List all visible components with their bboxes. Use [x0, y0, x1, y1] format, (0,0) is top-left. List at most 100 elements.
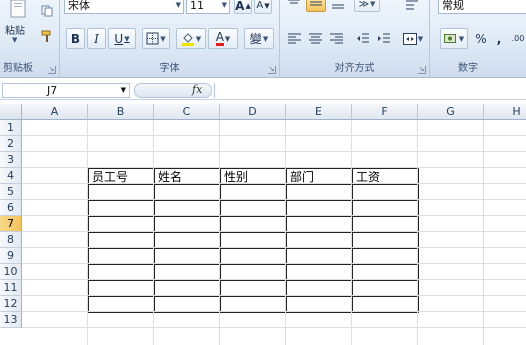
name-box-value: J7 [47, 84, 58, 97]
number-format-combo[interactable]: 常规 [438, 0, 526, 14]
column-header-a[interactable]: A [22, 104, 88, 120]
row-header-8[interactable]: 8 [0, 232, 22, 248]
increase-decimal-icon[interactable]: .00 [510, 28, 526, 49]
font-size-combo[interactable]: 11 ▼ [186, 0, 230, 14]
top-align-icon[interactable] [284, 0, 304, 12]
column-header-h[interactable]: H [484, 104, 526, 120]
percent-style-button[interactable]: % [472, 28, 490, 49]
accounting-format-button[interactable]: ▼ [440, 28, 468, 49]
chevron-down-icon[interactable]: ▼ [418, 35, 423, 43]
row-header-4[interactable]: 4 [0, 168, 22, 184]
font-group: 宋体 ▼ 11 ▼ A ▲ A ▼ B I U ▼ ▼ ▼ A ▼ 變 ▼ 字体… [60, 0, 280, 78]
italic-glyph: I [94, 31, 99, 46]
borders-button[interactable]: ▼ [142, 28, 170, 49]
chevron-down-icon[interactable]: ▼ [222, 0, 227, 13]
gridline [22, 151, 526, 152]
align-center-icon[interactable] [305, 28, 325, 49]
shrink-font-button[interactable]: A ▼ [254, 0, 272, 14]
insert-function-icon[interactable]: fx [192, 83, 202, 96]
bold-button[interactable]: B [66, 28, 85, 49]
font-name-combo[interactable]: 宋体 ▼ [64, 0, 184, 14]
gridline [22, 279, 526, 280]
font-color-button[interactable]: A ▼ [208, 28, 238, 49]
merge-center-button[interactable]: ▼ [400, 28, 426, 49]
chevron-down-icon[interactable]: ▼ [263, 35, 268, 43]
column-header-f[interactable]: F [352, 104, 418, 120]
row-header-1[interactable]: 1 [0, 120, 22, 136]
gridline [22, 167, 526, 168]
copy-icon[interactable] [38, 3, 56, 19]
column-header-e[interactable]: E [286, 104, 352, 120]
italic-button[interactable]: I [87, 28, 106, 49]
decrease-indent-icon[interactable] [352, 28, 372, 49]
formula-input[interactable] [214, 83, 524, 98]
alignment-dialog-launcher-icon[interactable]: ↘ [418, 66, 426, 74]
column-header-c[interactable]: C [154, 104, 220, 120]
column-header-b[interactable]: B [88, 104, 154, 120]
alignment-group: ≫ ▼ ▼ 对齐方式 ↘ [280, 0, 430, 78]
font-group-label: 字体 [159, 63, 180, 74]
underline-button[interactable]: U ▼ [108, 28, 136, 49]
percent-glyph: % [475, 31, 487, 46]
merge-center-icon [402, 32, 417, 45]
gridline [153, 120, 154, 345]
font-size-value: 11 [190, 0, 204, 12]
shrink-font-glyph: A [256, 0, 264, 11]
grow-font-button[interactable]: A ▲ [234, 0, 252, 14]
borders-icon [146, 32, 159, 45]
ribbon: 粘贴 ▼ 剪贴板 ↘ 宋体 ▼ 11 ▼ A ▲ A ▼ B I U ▼ ▼ ▼… [0, 0, 526, 78]
row-header-2[interactable]: 2 [0, 136, 22, 152]
chevron-down-icon[interactable]: ▼ [459, 35, 464, 43]
gridline [219, 120, 220, 345]
cell-grid[interactable]: 员工号 姓名 性别 部门 工资 [22, 120, 526, 345]
clipboard-dialog-launcher-icon[interactable]: ↘ [48, 66, 56, 74]
font-color-glyph: A [215, 30, 224, 46]
format-painter-icon[interactable] [38, 28, 56, 44]
phonetic-button[interactable]: 變 ▼ [244, 28, 274, 49]
chevron-down-icon[interactable]: ▼ [124, 35, 129, 43]
gridline [22, 231, 526, 232]
phonetic-glyph: 變 [249, 32, 262, 46]
grow-font-glyph: A [235, 0, 245, 13]
row-header-5[interactable]: 5 [0, 184, 22, 200]
increase-indent-icon[interactable] [373, 28, 393, 49]
comma-style-button[interactable]: , [492, 28, 506, 49]
middle-align-icon[interactable] [306, 0, 326, 12]
name-box[interactable]: J7 ▼ [2, 83, 130, 98]
align-right-icon[interactable] [326, 28, 346, 49]
chevron-down-icon[interactable]: ▼ [176, 0, 181, 13]
select-all-corner[interactable] [0, 104, 22, 120]
chevron-down-icon[interactable]: ▼ [160, 35, 165, 43]
row-header-6[interactable]: 6 [0, 200, 22, 216]
formula-bar: J7 ▼ fx [0, 82, 526, 100]
row-header-10[interactable]: 10 [0, 264, 22, 280]
font-dialog-launcher-icon[interactable]: ↘ [268, 66, 276, 74]
paste-button-label[interactable]: 粘贴 [5, 22, 25, 37]
align-left-icon[interactable] [284, 28, 304, 49]
gridline [417, 120, 418, 345]
row-header-12[interactable]: 12 [0, 296, 22, 312]
gridline [285, 120, 286, 345]
chevron-down-icon[interactable]: ▼ [121, 84, 126, 97]
fill-color-button[interactable]: ▼ [176, 28, 206, 49]
currency-icon [443, 33, 456, 43]
orientation-button[interactable]: ≫ ▼ [354, 0, 380, 12]
row-header-9[interactable]: 9 [0, 248, 22, 264]
gridline [351, 120, 352, 345]
clipboard-group: 粘贴 ▼ 剪贴板 ↘ [0, 0, 60, 78]
row-header-13[interactable]: 13 [0, 312, 22, 328]
column-header-d[interactable]: D [220, 104, 286, 120]
column-header-g[interactable]: G [418, 104, 484, 120]
bottom-align-icon[interactable] [328, 0, 348, 12]
row-header-11[interactable]: 11 [0, 280, 22, 296]
gridline [22, 295, 526, 296]
number-group: 常规 ▼ % , .00 数字 [430, 0, 526, 78]
row-header-7[interactable]: 7 [0, 216, 22, 232]
chevron-down-icon[interactable]: ▼ [196, 35, 201, 43]
chevron-down-icon[interactable]: ▼ [225, 35, 230, 43]
wrap-text-icon[interactable] [402, 0, 422, 14]
row-header-3[interactable]: 3 [0, 152, 22, 168]
chevron-down-icon[interactable]: ▼ [370, 0, 375, 8]
paste-dropdown-icon[interactable]: ▼ [12, 36, 17, 44]
paste-icon[interactable] [8, 0, 28, 18]
